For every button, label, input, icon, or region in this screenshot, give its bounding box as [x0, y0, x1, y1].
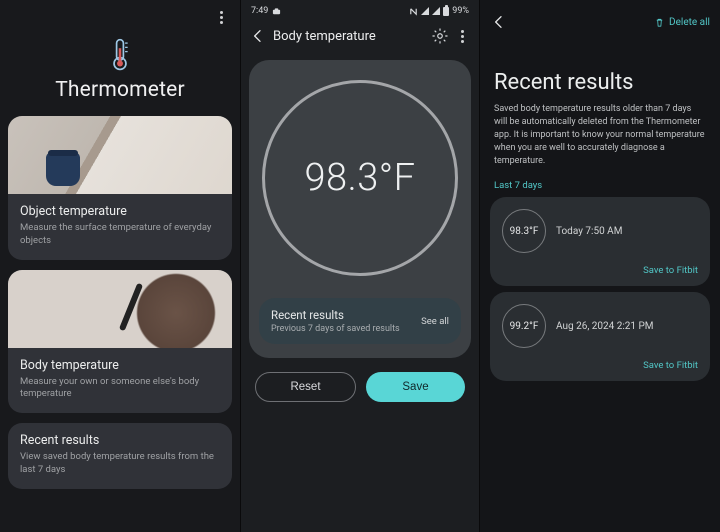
save-button[interactable]: Save — [366, 372, 465, 402]
result-time: Today 7:50 AM — [556, 226, 622, 237]
app-title: Thermometer — [55, 78, 185, 102]
card-recent-results[interactable]: Recent results View saved body temperatu… — [8, 423, 232, 489]
measurement-panel: 98.3°F Recent results Previous 7 days of… — [249, 60, 471, 358]
battery-icon — [443, 7, 449, 16]
app-bar: Body temperature — [241, 18, 479, 54]
reading-ring: 98.3°F — [262, 80, 458, 276]
settings-button[interactable] — [431, 27, 449, 45]
range-label: Last 7 days — [494, 180, 706, 191]
result-card[interactable]: 99.2°F Aug 26, 2024 2:21 PM Save to Fitb… — [490, 292, 710, 381]
row-subtitle: Previous 7 days of saved results — [271, 324, 400, 334]
nfc-icon — [409, 7, 418, 16]
camera-icon — [272, 7, 281, 16]
back-button[interactable] — [490, 13, 508, 31]
overflow-menu-button[interactable] — [212, 8, 230, 26]
card-subtitle: Measure your own or someone else's body … — [20, 376, 220, 402]
thermometer-icon — [109, 38, 131, 72]
results-screen: Delete all Recent results Saved body tem… — [480, 0, 720, 532]
trash-icon — [654, 17, 665, 28]
card-title: Object temperature — [20, 204, 220, 219]
status-time: 7:49 — [251, 6, 268, 16]
row-title: Recent results — [271, 308, 400, 322]
wifi-icon — [421, 7, 429, 15]
measure-screen: 7:49 99% Body temperature 98.3°F Recent — [240, 0, 480, 532]
result-value: 99.2°F — [502, 304, 546, 348]
card-object-temperature[interactable]: Object temperature Measure the surface t… — [8, 116, 232, 260]
result-value: 98.3°F — [502, 209, 546, 253]
card-body-temperature[interactable]: Body temperature Measure your own or som… — [8, 270, 232, 414]
page-title: Recent results — [494, 70, 706, 95]
reset-button[interactable]: Reset — [255, 372, 356, 402]
see-all-link[interactable]: See all — [421, 316, 449, 327]
card-subtitle: Measure the surface temperature of every… — [20, 222, 220, 248]
home-screen: Thermometer Object temperature Measure t… — [0, 0, 240, 532]
card-subtitle: View saved body temperature results from… — [20, 451, 220, 477]
temperature-reading: 98.3°F — [304, 156, 415, 200]
save-to-fitbit-link[interactable]: Save to Fitbit — [502, 360, 698, 371]
card-image — [8, 270, 232, 348]
signal-icon — [432, 7, 440, 15]
delete-all-button[interactable]: Delete all — [654, 17, 710, 28]
result-time: Aug 26, 2024 2:21 PM — [556, 321, 654, 332]
save-to-fitbit-link[interactable]: Save to Fitbit — [502, 265, 698, 276]
overflow-menu-button[interactable] — [453, 27, 471, 45]
page-description: Saved body temperature results older tha… — [494, 103, 706, 168]
card-title: Recent results — [20, 433, 220, 448]
delete-all-label: Delete all — [669, 17, 710, 28]
recent-results-row[interactable]: Recent results Previous 7 days of saved … — [259, 298, 461, 344]
status-bar: 7:49 99% — [241, 0, 479, 18]
screen-title: Body temperature — [273, 29, 431, 44]
battery-percent: 99% — [452, 6, 469, 16]
card-title: Body temperature — [20, 358, 220, 373]
result-card[interactable]: 98.3°F Today 7:50 AM Save to Fitbit — [490, 197, 710, 286]
back-button[interactable] — [249, 27, 267, 45]
card-image — [8, 116, 232, 194]
